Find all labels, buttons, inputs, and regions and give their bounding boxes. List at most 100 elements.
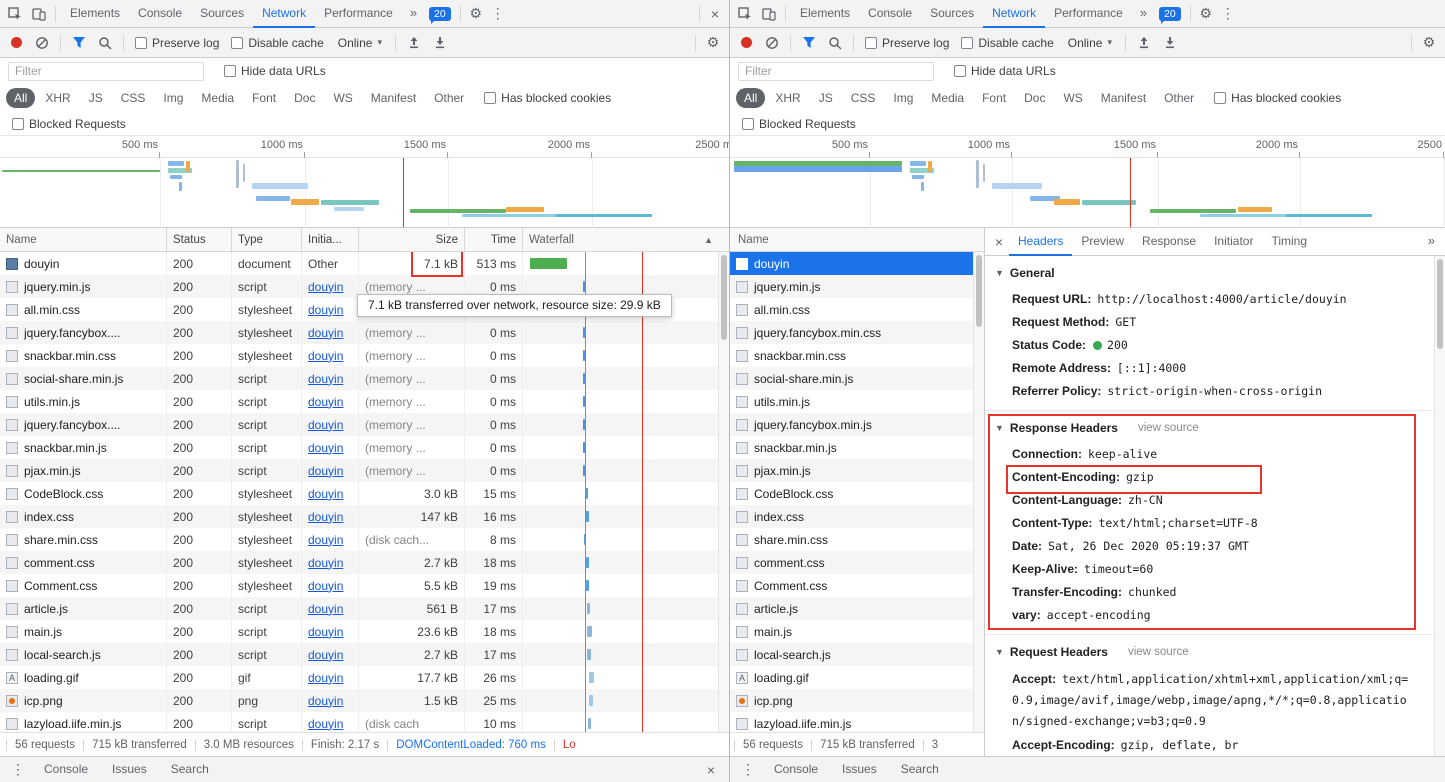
checkbox[interactable] [484,92,496,104]
inspect-icon[interactable] [4,3,26,25]
inspect-icon[interactable] [734,3,756,25]
scrollbar-thumb[interactable] [721,255,727,340]
request-list-item[interactable]: article.js [730,597,984,620]
request-initiator[interactable]: douyin [308,510,343,524]
clear-icon[interactable] [31,32,53,54]
request-initiator[interactable]: douyin [308,602,343,616]
request-initiator[interactable]: douyin [308,441,343,455]
drawer-tab[interactable]: Console [762,757,830,782]
request-list-item[interactable]: main.js [730,620,984,643]
response-headers-section-header[interactable]: ▼ Response Headers view source [985,413,1434,443]
request-initiator[interactable]: douyin [308,717,343,731]
request-list-item[interactable]: A loading.gif [730,666,984,689]
preserve-log-checkbox[interactable]: Preserve log [865,36,949,50]
filter-chip[interactable]: Font [244,88,284,108]
request-initiator[interactable]: douyin [308,303,343,317]
request-list-item[interactable]: snackbar.min.css [730,344,984,367]
col-name[interactable]: Name [730,228,984,252]
filter-chip[interactable]: WS [1055,88,1090,108]
table-row[interactable]: main.js 200 script douyin 23.6 kB 18 ms [0,620,729,643]
request-list-item[interactable]: index.css [730,505,984,528]
filter-funnel-icon[interactable] [798,32,820,54]
filter-chip[interactable]: Manifest [363,88,424,108]
filter-chip[interactable]: Media [923,88,972,108]
table-row[interactable]: utils.min.js 200 script douyin (memory .… [0,390,729,413]
request-initiator[interactable]: douyin [308,418,343,432]
throttling-dropdown[interactable]: Online▾ [1068,36,1112,50]
table-row[interactable]: icp.png 200 png douyin 1.5 kB 25 ms [0,689,729,712]
table-row[interactable]: CodeBlock.css 200 stylesheet douyin 3.0 … [0,482,729,505]
request-initiator[interactable]: douyin [308,349,343,363]
checkbox[interactable] [961,37,973,49]
view-source-link[interactable]: view source [1128,637,1189,667]
checkbox[interactable] [954,65,966,77]
col-name[interactable]: Name [0,228,167,251]
request-list-item[interactable]: utils.min.js [730,390,984,413]
request-initiator[interactable]: douyin [308,395,343,409]
panel-tab[interactable]: Elements [61,0,129,28]
disable-cache-checkbox[interactable]: Disable cache [231,36,323,50]
table-row[interactable]: index.css 200 stylesheet douyin 147 kB 1… [0,505,729,528]
request-list-item[interactable]: douyin [730,252,984,275]
col-type[interactable]: Type [232,228,302,251]
timeline-overview[interactable]: 500 ms1000 ms1500 ms2000 ms2500 [730,136,1445,228]
view-source-link[interactable]: view source [1138,413,1199,443]
settings-gear-icon[interactable]: ⚙ [466,3,486,25]
network-settings-gear-icon[interactable]: ⚙ [1419,32,1439,54]
drawer-overflow-icon[interactable]: ⋮ [8,759,28,781]
details-tab[interactable]: Preview [1072,228,1133,256]
record-icon[interactable] [11,37,22,48]
network-settings-gear-icon[interactable]: ⚙ [703,32,723,54]
col-time[interactable]: Time [465,228,523,251]
request-list-item[interactable]: icp.png [730,689,984,712]
filter-chip[interactable]: JS [811,88,841,108]
table-row[interactable]: Comment.css 200 stylesheet douyin 5.5 kB… [0,574,729,597]
table-row[interactable]: pjax.min.js 200 script douyin (memory ..… [0,459,729,482]
filter-input[interactable] [738,62,934,81]
details-tab[interactable]: Response [1133,228,1205,256]
disable-cache-checkbox[interactable]: Disable cache [961,36,1053,50]
panel-tab[interactable]: Console [859,0,921,28]
preserve-log-checkbox[interactable]: Preserve log [135,36,219,50]
filter-chip[interactable]: Doc [1016,88,1053,108]
filter-chip[interactable]: XHR [767,88,808,108]
device-toolbar-icon[interactable] [28,3,50,25]
hide-data-urls-checkbox[interactable]: Hide data URLs [954,64,1056,78]
checkbox[interactable] [12,118,24,130]
table-row[interactable]: lazyload.iife.min.js 200 script douyin (… [0,712,729,732]
request-list-item[interactable]: snackbar.min.js [730,436,984,459]
scrollbar[interactable] [718,252,729,732]
request-initiator[interactable]: douyin [308,326,343,340]
blocked-requests-checkbox[interactable]: Blocked Requests [12,117,126,131]
scrollbar-thumb[interactable] [1437,259,1443,349]
checkbox[interactable] [224,65,236,77]
search-icon[interactable] [94,32,116,54]
panel-tab[interactable]: Console [129,0,191,28]
drawer-tab[interactable]: Console [32,757,100,782]
request-list-item[interactable]: jquery.min.js [730,275,984,298]
drawer-tab[interactable]: Issues [830,757,889,782]
has-blocked-cookies-checkbox[interactable]: Has blocked cookies [484,91,611,105]
filter-chip[interactable]: CSS [113,88,154,108]
panel-tab[interactable]: Network [983,0,1045,28]
details-tab[interactable]: Initiator [1205,228,1262,256]
blocked-requests-checkbox[interactable]: Blocked Requests [742,117,856,131]
filter-chip[interactable]: Other [426,88,472,108]
table-row[interactable]: share.min.css 200 stylesheet douyin (dis… [0,528,729,551]
filter-chip[interactable]: JS [81,88,111,108]
import-har-icon[interactable] [1133,32,1155,54]
filter-chip[interactable]: XHR [37,88,78,108]
request-list-item[interactable]: lazyload.iife.min.js [730,712,984,732]
checkbox[interactable] [1214,92,1226,104]
filter-chip[interactable]: Other [1156,88,1202,108]
filter-chip[interactable]: CSS [843,88,884,108]
clear-icon[interactable] [761,32,783,54]
filter-chip[interactable]: Img [155,88,191,108]
checkbox[interactable] [865,37,877,49]
request-initiator[interactable]: Other [308,257,338,271]
more-details-tabs-icon[interactable]: » [1422,228,1441,256]
filter-chip[interactable]: Img [885,88,921,108]
filter-input[interactable] [8,62,204,81]
panel-tab[interactable]: Network [253,0,315,28]
panel-tab[interactable]: Elements [791,0,859,28]
